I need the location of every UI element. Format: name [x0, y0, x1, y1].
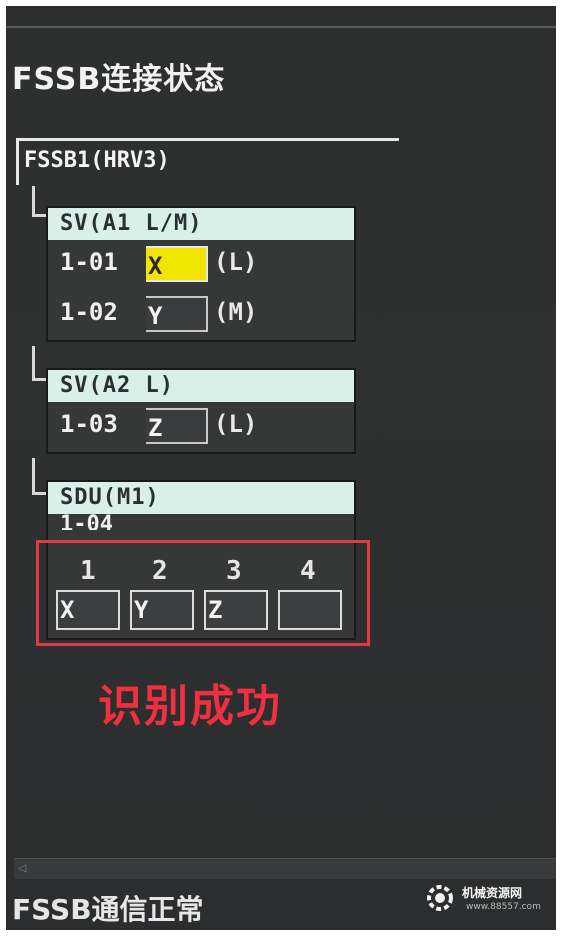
watermark-name: 机械资源网 [462, 886, 523, 900]
axis-name-field[interactable]: Y [146, 296, 208, 332]
top-divider [6, 26, 556, 28]
page-title: FSSB连接状态 [12, 62, 226, 97]
watermark: 机械资源网 www.88557.com [422, 876, 552, 920]
amplifier-box-a1: SV(A1 L/M) 1-01 X (L) 1-02 Y (M) [46, 206, 356, 342]
axis-number: 1-02 [60, 298, 118, 326]
status-text: FSSB通信正常 [12, 893, 204, 926]
axis-row[interactable]: 1-02 Y (M) [48, 290, 354, 340]
cnc-screen: FSSB连接状态 FSSB1(HRV3) SV(A1 L/M) 1-01 X (… [6, 6, 556, 930]
watermark-url: www.88557.com [466, 902, 541, 912]
amplifier-header: SV(A1 L/M) [48, 208, 354, 240]
axis-number: 1-01 [60, 248, 118, 276]
tree-connector [32, 186, 35, 216]
tree-connector [32, 346, 35, 380]
sdu-header: SDU(M1) [48, 482, 354, 514]
arrow-left-icon[interactable]: ◁ [18, 860, 26, 876]
axis-row[interactable]: 1-03 Z (L) [48, 402, 354, 452]
amplifier-header: SV(A2 L) [48, 370, 354, 402]
axis-name-field[interactable]: Z [146, 408, 208, 444]
axis-number: 1-03 [60, 410, 118, 438]
highlight-frame [36, 540, 370, 646]
amplifier-box-a2: SV(A2 L) 1-03 Z (L) [46, 368, 356, 454]
axis-mode: (L) [214, 410, 258, 438]
axis-name-field[interactable]: X [146, 246, 208, 282]
axis-row[interactable]: 1-01 X (L) [48, 240, 354, 290]
axis-mode: (M) [214, 298, 258, 326]
fssb-label: FSSB1(HRV3) [24, 148, 170, 173]
gear-icon [427, 885, 453, 911]
axis-mode: (L) [214, 248, 258, 276]
sdu-number: 1-04 [60, 514, 113, 530]
success-annotation: 识别成功 [98, 681, 282, 732]
tree-connector [32, 458, 35, 494]
